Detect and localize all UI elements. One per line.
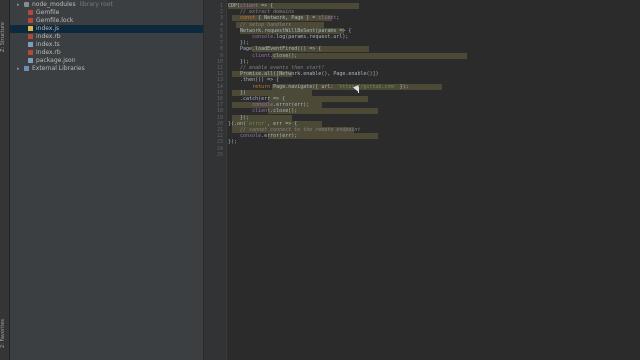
line-number: 4 (219, 21, 223, 28)
line-number: 17 (216, 102, 223, 109)
project-tree-item[interactable]: index.ts (10, 41, 203, 49)
line-number: 9 (219, 52, 223, 59)
json-file-icon (28, 58, 33, 63)
line-number: 6 (219, 34, 223, 40)
line-number: 19 (216, 114, 223, 121)
project-tree-item-note: library root (79, 1, 113, 8)
code-line[interactable]: console.error(err); (228, 133, 297, 139)
line-number: 5 (219, 27, 223, 34)
line-number: 23 (216, 139, 223, 146)
project-tree-item-label: Index.rb (36, 49, 61, 56)
code-line[interactable]: }).on('error', err => { (228, 121, 297, 127)
line-number: 12 (216, 71, 223, 78)
code-line[interactable]: }); (228, 139, 237, 145)
project-tree-item-label: Gemfile.lock (36, 17, 74, 24)
code-line[interactable]: Promise.all([Network.enable(), Page.enab… (228, 71, 378, 77)
project-tree-item[interactable]: package.json (10, 57, 203, 65)
line-number: 1 (219, 3, 223, 9)
code-line[interactable]: }); (228, 59, 249, 65)
project-tree-item[interactable]: Gemfile (10, 9, 203, 17)
folder-icon (24, 2, 29, 7)
line-number: 8 (219, 46, 223, 53)
project-tree-item-label: External Libraries (32, 65, 85, 72)
code-line[interactable]: console.log(params.request.url); (228, 34, 348, 40)
line-number: 14 (216, 83, 223, 90)
code-editor[interactable]: 1 2 3 4 5 6 7 8 9 10 11 12 13 14 15 16 17 18 19 20 21 22 23 24 2… (204, 0, 640, 360)
line-number: 20 (216, 120, 223, 127)
favorites-tool-tab[interactable]: 2: Favorites (0, 310, 9, 356)
structure-tool-tab[interactable]: Z: Structure (0, 14, 9, 60)
code-line[interactable]: }) (228, 90, 246, 96)
project-tree-item[interactable]: index.rb (10, 33, 203, 41)
line-number: 25 (216, 151, 223, 158)
code-line[interactable]: client.close(); (228, 53, 297, 59)
line-number: 21 (216, 127, 223, 133)
file-icon (28, 18, 33, 23)
project-tree-panel: ▸ node_modules library root Gemfile Gemfile.… (10, 0, 204, 360)
project-tree-item-label: Gemfile (36, 9, 60, 16)
line-number: 7 (219, 40, 223, 47)
code-line[interactable]: console.error(err); (228, 102, 309, 108)
code-line[interactable]: }); (228, 40, 249, 46)
line-number: 13 (216, 77, 223, 84)
line-number: 22 (216, 133, 223, 140)
project-tree-item[interactable]: Index.rb (10, 49, 203, 57)
project-tree-item-label: index.rb (36, 33, 61, 40)
line-number-gutter: 1 2 3 4 5 6 7 8 9 10 11 12 13 14 15 16 17 18 19 20 21 22 23 24 2… (204, 0, 227, 360)
code-line[interactable]: Network.requestWillBeSent(params => { (228, 28, 351, 34)
line-number: 3 (219, 15, 223, 22)
project-tree-item-label: index.ts (36, 41, 60, 48)
project-tree-item[interactable]: ▸ External Libraries (10, 65, 203, 73)
line-number: 15 (216, 89, 223, 96)
line-number: 11 (216, 65, 223, 71)
line-number: 24 (216, 145, 223, 152)
project-tree-item-label: node_modules (32, 1, 76, 8)
line-number: 16 (216, 96, 223, 102)
project-tree-item-label: index.js (36, 25, 60, 32)
project-tree-item-label: package.json (36, 57, 76, 64)
left-tool-strip: Z: Structure 2: Favorites (0, 0, 10, 360)
code-line[interactable]: const { Network, Page } = client; (228, 15, 339, 21)
typescript-file-icon (28, 42, 33, 47)
code-line[interactable]: // extract domains (228, 9, 294, 15)
javascript-file-icon (28, 26, 33, 31)
expand-arrow-icon[interactable]: ▸ (17, 1, 24, 9)
ruby-file-icon (28, 50, 33, 55)
code-line[interactable]: // setup handlers (228, 22, 291, 28)
library-icon (24, 66, 29, 71)
project-tree-item[interactable]: index.js (10, 25, 203, 33)
code-line[interactable]: // cannot connect to the remote endpoint (228, 127, 360, 133)
code-line[interactable]: return Page.navigate({ url: 'https://git… (228, 84, 409, 90)
code-line[interactable]: CDP(client => { (228, 3, 273, 9)
project-tree-item[interactable]: ▸ node_modules library root (10, 1, 203, 9)
code-line[interactable]: .catch(err => { (228, 96, 285, 102)
file-icon (28, 10, 33, 15)
code-line[interactable]: Page.loadEventFired(() => { (228, 46, 321, 52)
line-number: 10 (216, 58, 223, 65)
line-number: 18 (216, 108, 223, 115)
search-highlight (272, 52, 467, 59)
code-line[interactable]: .then(() => { (228, 77, 279, 83)
expand-arrow-icon[interactable]: ▸ (17, 65, 24, 73)
line-number: 2 (219, 9, 223, 16)
ruby-file-icon (28, 34, 33, 39)
code-line[interactable]: }); (228, 115, 249, 121)
project-tree-item[interactable]: Gemfile.lock (10, 17, 203, 25)
code-line[interactable]: client.close(); (228, 108, 297, 114)
code-line[interactable]: // enable events then start! (228, 65, 324, 71)
